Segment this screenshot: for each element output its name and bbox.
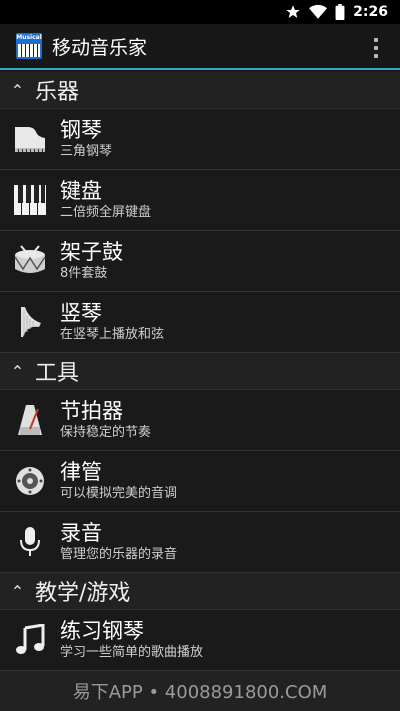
grand-piano-icon — [0, 109, 60, 170]
item-title: 键盘 — [60, 179, 102, 203]
list-item-pitch-pipe[interactable]: 律管 可以模拟完美的音调 — [0, 451, 400, 512]
menu-list: ⌃ 乐器 钢琴 三角钢琴 键盘 二倍频全屏键盘 架子鼓 8件套鼓 竖琴 在竖琴上… — [0, 72, 400, 671]
microphone-icon — [0, 512, 60, 573]
item-subtitle: 在竖琴上播放和弦 — [60, 327, 165, 342]
item-subtitle: 保持稳定的节奏 — [60, 425, 152, 440]
app-logo-text: Musical — [16, 34, 42, 41]
list-item-drums[interactable]: 架子鼓 8件套鼓 — [0, 231, 400, 292]
app-logo-keys — [18, 44, 40, 57]
item-title: 钢琴 — [60, 118, 102, 142]
app-title: 移动音乐家 — [52, 36, 148, 59]
section-label: 工具 — [35, 361, 80, 386]
list-item-recording[interactable]: 录音 管理您的乐器的录音 — [0, 512, 400, 573]
chevron-up-icon: ⌃ — [10, 581, 25, 601]
item-title: 律管 — [60, 460, 102, 484]
item-subtitle: 管理您的乐器的录音 — [60, 547, 178, 562]
battery-icon — [335, 4, 345, 20]
music-note-icon — [0, 610, 60, 671]
item-title: 练习钢琴 — [60, 619, 144, 643]
footer-watermark: 易下APP • 4008891800.COM — [0, 670, 400, 711]
star-icon — [286, 5, 300, 18]
item-subtitle: 二倍频全屏键盘 — [60, 205, 152, 220]
item-title: 录音 — [60, 521, 102, 545]
list-item-practice-piano[interactable]: 练习钢琴 学习一些简单的歌曲播放 — [0, 610, 400, 671]
item-subtitle: 学习一些简单的歌曲播放 — [60, 645, 204, 660]
item-subtitle: 8件套鼓 — [60, 266, 108, 281]
chevron-up-icon: ⌃ — [10, 361, 25, 381]
list-item-keyboard[interactable]: 键盘 二倍频全屏键盘 — [0, 170, 400, 231]
list-item-harp[interactable]: 竖琴 在竖琴上播放和弦 — [0, 292, 400, 353]
app-bar: Musical 移动音乐家 — [0, 24, 400, 70]
status-bar: 2:26 — [0, 0, 400, 24]
section-label: 教学/游戏 — [35, 581, 131, 606]
harp-icon — [0, 292, 60, 353]
drum-icon — [0, 231, 60, 292]
keyboard-icon — [0, 170, 60, 231]
metronome-icon — [0, 390, 60, 451]
section-header-tools[interactable]: ⌃ 工具 — [0, 353, 400, 390]
wifi-icon — [309, 4, 328, 19]
overflow-menu-icon[interactable] — [374, 38, 378, 58]
item-subtitle: 三角钢琴 — [60, 144, 113, 159]
app-logo-icon: Musical — [16, 33, 42, 59]
pitch-pipe-icon — [0, 451, 60, 512]
status-time: 2:26 — [353, 4, 388, 20]
section-label: 乐器 — [35, 80, 80, 105]
item-title: 节拍器 — [60, 399, 123, 423]
item-title: 竖琴 — [60, 301, 102, 325]
section-header-instruments[interactable]: ⌃ 乐器 — [0, 72, 400, 109]
section-header-teaching-games[interactable]: ⌃ 教学/游戏 — [0, 573, 400, 610]
item-subtitle: 可以模拟完美的音调 — [60, 486, 178, 501]
list-item-metronome[interactable]: 节拍器 保持稳定的节奏 — [0, 390, 400, 451]
list-item-piano[interactable]: 钢琴 三角钢琴 — [0, 109, 400, 170]
chevron-up-icon: ⌃ — [10, 80, 25, 100]
item-title: 架子鼓 — [60, 240, 123, 264]
